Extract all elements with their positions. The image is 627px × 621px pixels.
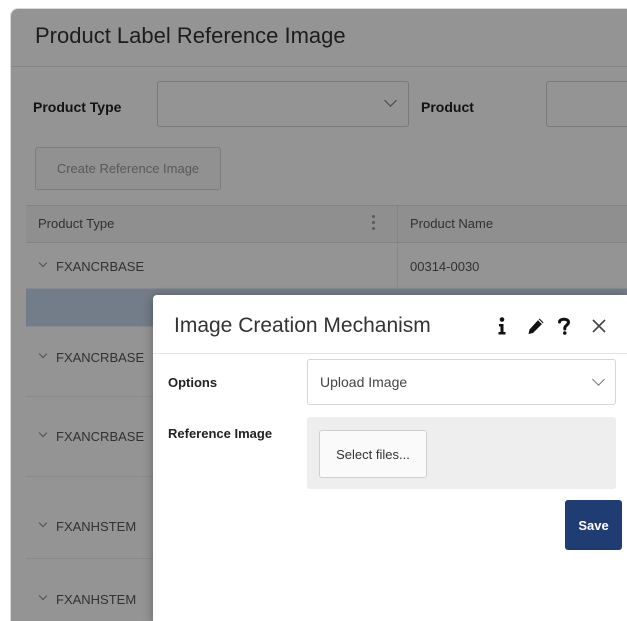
dialog-header-divider [153, 353, 627, 354]
info-icon[interactable] [498, 317, 506, 335]
close-icon[interactable] [592, 319, 606, 333]
upload-area[interactable]: Select files... [307, 417, 616, 489]
pencil-icon[interactable] [526, 316, 546, 336]
image-creation-dialog: Image Creation Mechanism Options Upload … [153, 295, 627, 621]
dialog-title: Image Creation Mechanism [174, 314, 431, 337]
select-files-button[interactable]: Select files... [319, 430, 427, 478]
chevron-down-icon [592, 373, 605, 386]
help-icon[interactable] [558, 317, 570, 335]
options-selected-value: Upload Image [320, 374, 408, 390]
reference-image-label: Reference Image [168, 426, 273, 441]
options-label: Options [168, 375, 218, 390]
save-button[interactable]: Save [565, 500, 622, 550]
options-select[interactable]: Upload Image [307, 359, 616, 405]
